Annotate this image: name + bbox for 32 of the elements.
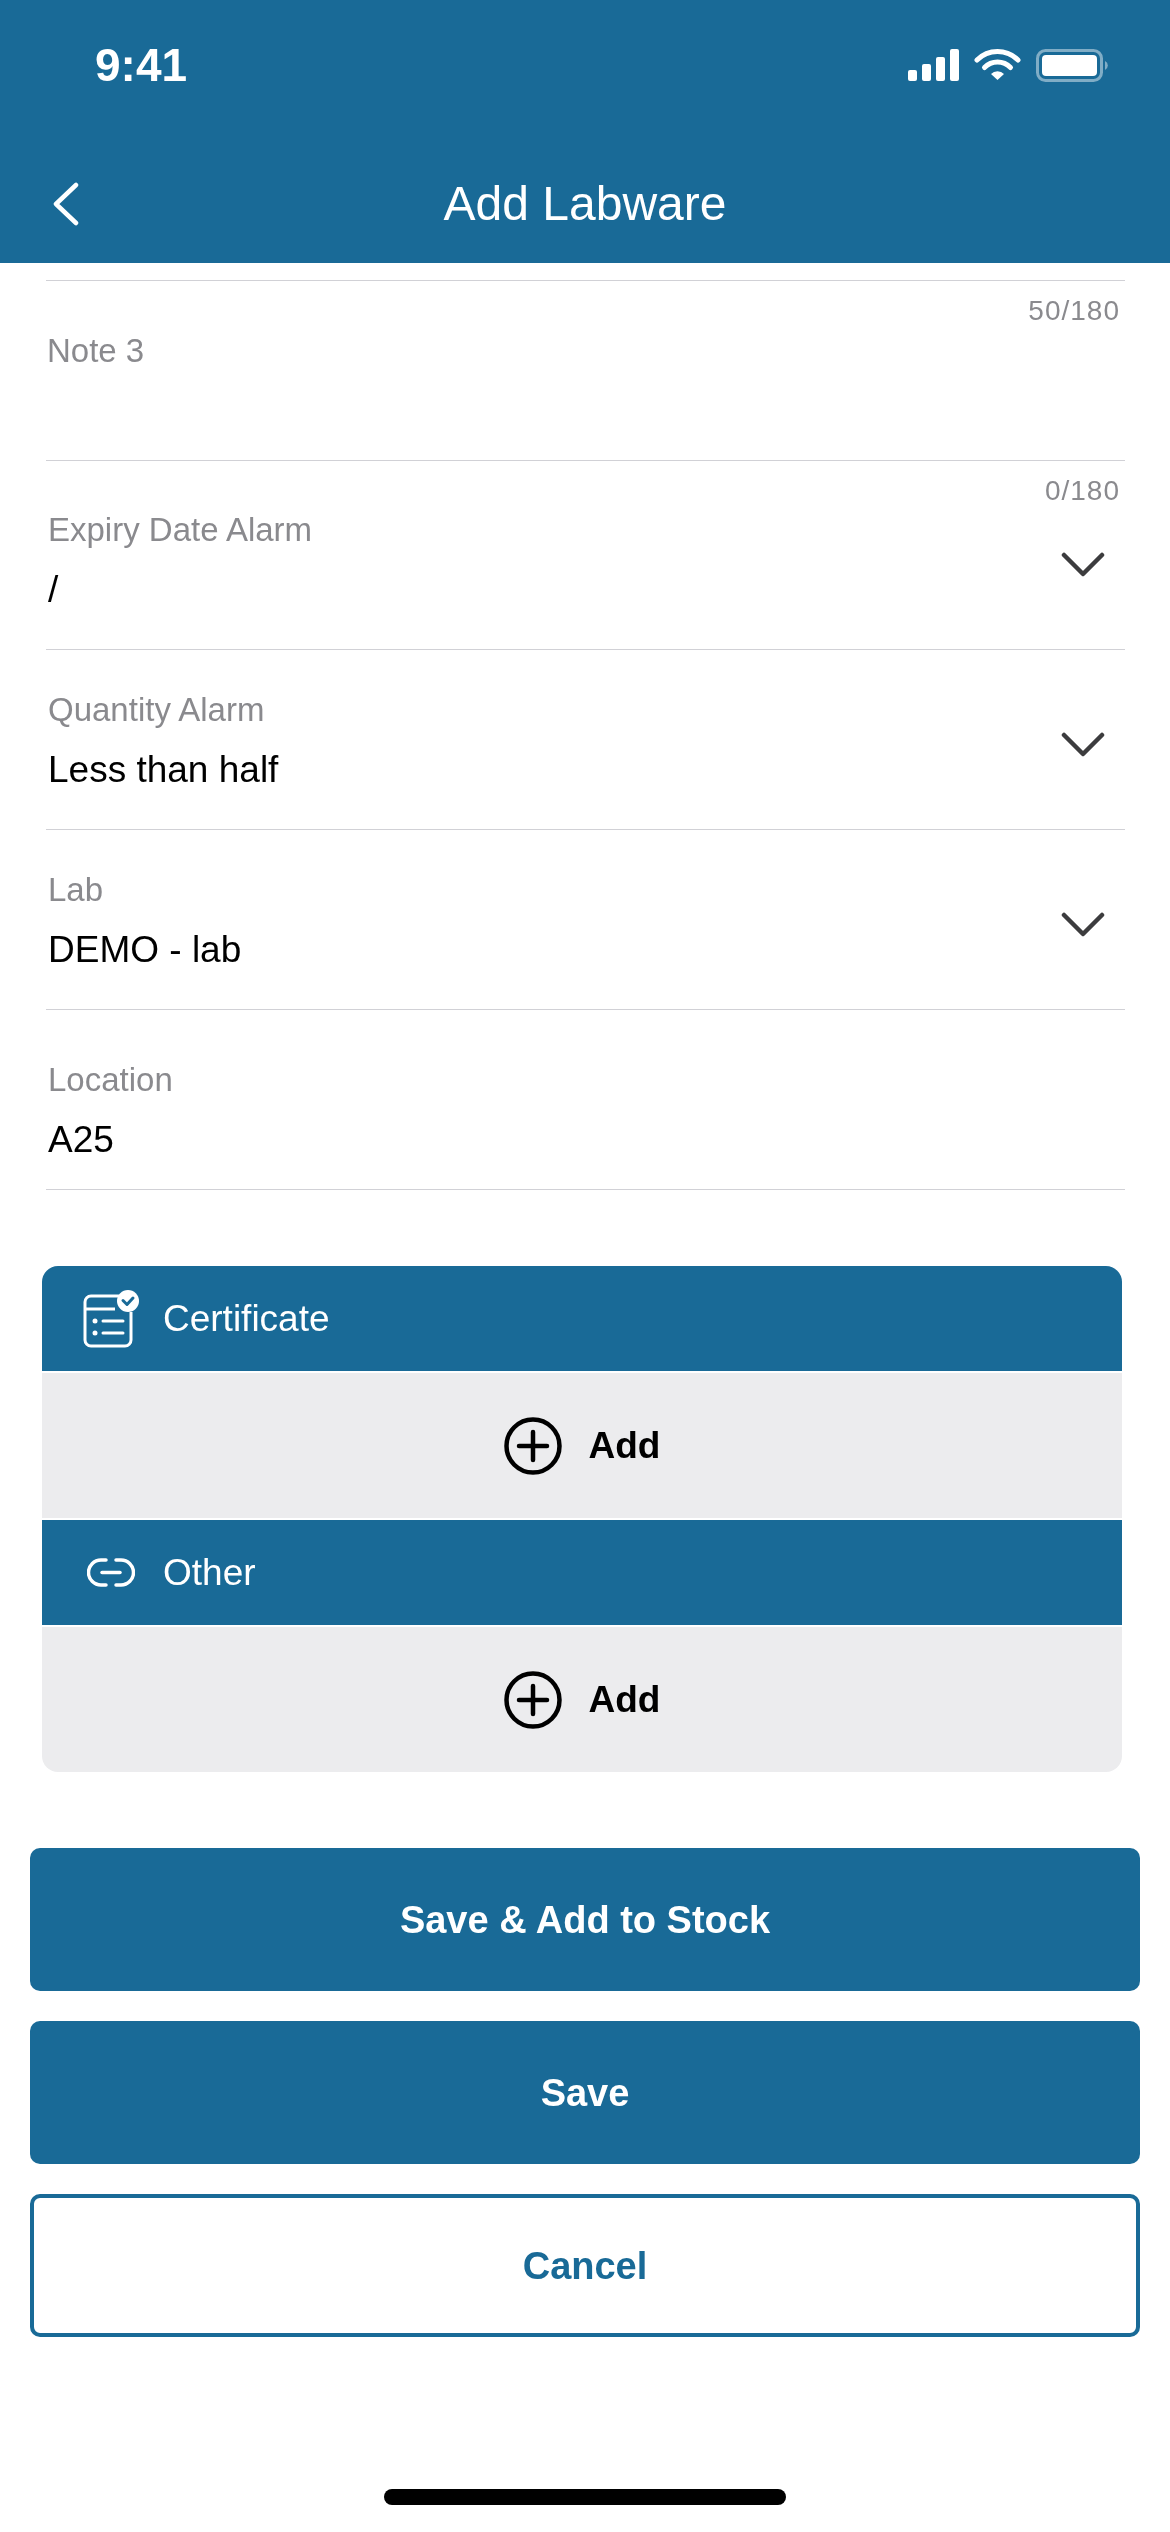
field-label: Quantity Alarm: [48, 690, 265, 730]
field-label: Expiry Date Alarm: [48, 510, 313, 550]
save-button[interactable]: Save & Add to Stock: [30, 1848, 1140, 1991]
field-label: Lab: [48, 870, 104, 910]
section-title: Other: [163, 1550, 256, 1595]
character-counter: 0/180: [1044, 475, 1120, 507]
selected-value: /: [48, 568, 59, 612]
chevron-down-icon[interactable]: [1061, 732, 1105, 758]
chevron-left-icon: [52, 182, 79, 226]
selected-value: DEMO - lab: [48, 928, 242, 972]
plus-circle-icon: [503, 1670, 562, 1729]
battery-icon: [1036, 48, 1110, 82]
screen-title: Add Labware: [443, 176, 727, 232]
selected-value: Less than half: [48, 748, 279, 792]
note-field[interactable]: Note 3: [46, 327, 1125, 460]
chevron-down-icon[interactable]: [1061, 912, 1105, 938]
back-button[interactable]: [52, 182, 79, 226]
certificate-icon: [82, 1289, 140, 1348]
section-title: Certificate: [163, 1296, 330, 1341]
chevron-down-icon[interactable]: [1061, 552, 1105, 578]
signal-icon: [908, 49, 959, 81]
status-time: 9:41: [95, 39, 188, 91]
cancel-button[interactable]: Cancel: [30, 2194, 1140, 2337]
character-counter: 50/180: [1028, 295, 1120, 327]
add-button[interactable]: Add: [503, 1416, 661, 1475]
text-input[interactable]: A25: [48, 1118, 1125, 1162]
add-button[interactable]: Add: [503, 1670, 661, 1729]
save-button[interactable]: Save: [30, 2021, 1140, 2164]
field-label: Location: [48, 1060, 173, 1100]
link-icon: [87, 1557, 135, 1588]
wifi-icon: [974, 48, 1021, 82]
plus-circle-icon: [503, 1416, 562, 1475]
